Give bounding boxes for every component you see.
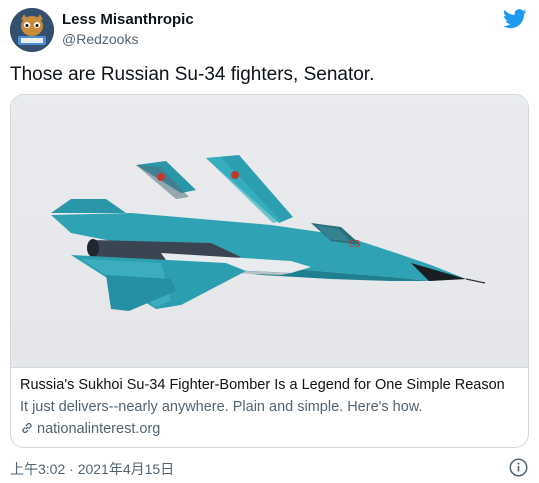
- user-handle[interactable]: @Redzooks: [62, 31, 138, 47]
- svg-text:03: 03: [349, 239, 361, 250]
- tweet-timestamp[interactable]: 上午3:02 · 2021年4月15日: [10, 459, 174, 479]
- twitter-bird-icon[interactable]: [503, 9, 527, 29]
- tweet-text: Those are Russian Su-34 fighters, Senato…: [10, 64, 375, 85]
- card-domain-text: nationalinterest.org: [37, 421, 161, 437]
- info-icon[interactable]: [509, 458, 528, 477]
- link-card[interactable]: 03 Russia's Sukhoi Su-34 Fighter-Bomber …: [10, 94, 529, 448]
- link-icon: [22, 422, 32, 434]
- card-domain: nationalinterest.org: [20, 421, 160, 437]
- avatar-image: [10, 8, 54, 52]
- fighter-jet-photo: 03: [51, 155, 486, 311]
- display-name[interactable]: Less Misanthropic: [62, 11, 194, 28]
- avatar[interactable]: [10, 8, 54, 52]
- tweet-header: Less Misanthropic @Redzooks: [10, 8, 529, 52]
- card-title: Russia's Sukhoi Su-34 Fighter-Bomber Is …: [20, 377, 505, 393]
- card-meta: Russia's Sukhoi Su-34 Fighter-Bomber Is …: [11, 367, 528, 447]
- card-image: 03: [11, 95, 528, 367]
- card-description: It just delivers--nearly anywhere. Plain…: [20, 399, 423, 415]
